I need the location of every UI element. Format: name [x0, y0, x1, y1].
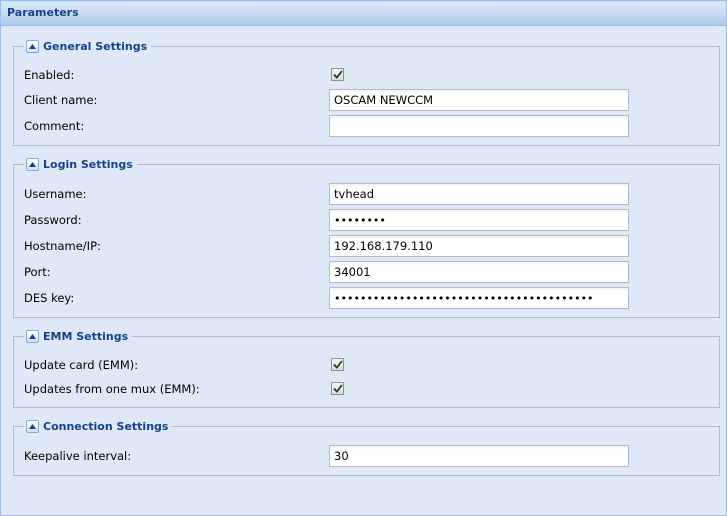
checkmark-icon [332, 360, 343, 369]
collapse-up-icon[interactable] [26, 157, 39, 171]
emm-settings-legend: EMM Settings [24, 328, 133, 344]
general-settings-legend: General Settings [24, 38, 152, 54]
collapse-up-icon[interactable] [26, 329, 39, 343]
connection-settings-legend: Connection Settings [24, 418, 173, 434]
keepalive-label: Keepalive interval: [24, 449, 132, 463]
comment-row: Comment: [14, 115, 719, 137]
hostname-label: Hostname/IP: [24, 239, 101, 253]
connection-settings-title: Connection Settings [43, 419, 169, 433]
connection-settings-fieldset: Connection Settings Keepalive interval: [13, 418, 720, 476]
general-settings-fieldset: General Settings Enabled: Client name: C… [13, 38, 720, 146]
keepalive-input[interactable] [329, 445, 629, 467]
password-label: Password: [24, 213, 82, 227]
username-label: Username: [24, 187, 87, 201]
enabled-checkbox[interactable] [331, 68, 344, 81]
update-card-checkbox[interactable] [331, 358, 344, 371]
enabled-row: Enabled: [14, 64, 719, 86]
panel-title: Parameters [1, 1, 726, 26]
checkmark-icon [332, 70, 343, 79]
emm-settings-fieldset: EMM Settings Update card (EMM): Updates … [13, 328, 720, 408]
login-settings-fieldset: Login Settings Username: Password: Hostn… [13, 156, 720, 318]
client-name-input[interactable] [329, 89, 629, 111]
comment-input[interactable] [329, 115, 629, 137]
client-name-label: Client name: [24, 93, 98, 107]
collapse-up-icon[interactable] [26, 39, 39, 53]
emm-settings-title: EMM Settings [43, 329, 129, 343]
updates-one-mux-label: Updates from one mux (EMM): [24, 382, 200, 396]
hostname-input[interactable] [329, 235, 629, 257]
checkmark-icon [332, 384, 343, 393]
hostname-row: Hostname/IP: [14, 235, 719, 257]
updates-one-mux-row: Updates from one mux (EMM): [14, 378, 719, 400]
port-row: Port: [14, 261, 719, 283]
login-settings-title: Login Settings [43, 157, 133, 171]
general-settings-title: General Settings [43, 39, 148, 53]
des-key-input[interactable] [329, 287, 629, 309]
update-card-row: Update card (EMM): [14, 354, 719, 376]
des-key-row: DES key: [14, 287, 719, 309]
username-input[interactable] [329, 183, 629, 205]
port-label: Port: [24, 265, 51, 279]
enabled-label: Enabled: [24, 68, 75, 82]
collapse-up-icon[interactable] [26, 419, 39, 433]
keepalive-row: Keepalive interval: [14, 445, 719, 467]
update-card-label: Update card (EMM): [24, 358, 139, 372]
password-input[interactable] [329, 209, 629, 231]
updates-one-mux-checkbox[interactable] [331, 382, 344, 395]
comment-label: Comment: [24, 119, 85, 133]
password-row: Password: [14, 209, 719, 231]
login-settings-legend: Login Settings [24, 156, 137, 172]
username-row: Username: [14, 183, 719, 205]
des-key-label: DES key: [24, 291, 75, 305]
parameters-panel: Parameters General Settings Enabled: Cli… [0, 0, 727, 516]
port-input[interactable] [329, 261, 629, 283]
client-name-row: Client name: [14, 89, 719, 111]
